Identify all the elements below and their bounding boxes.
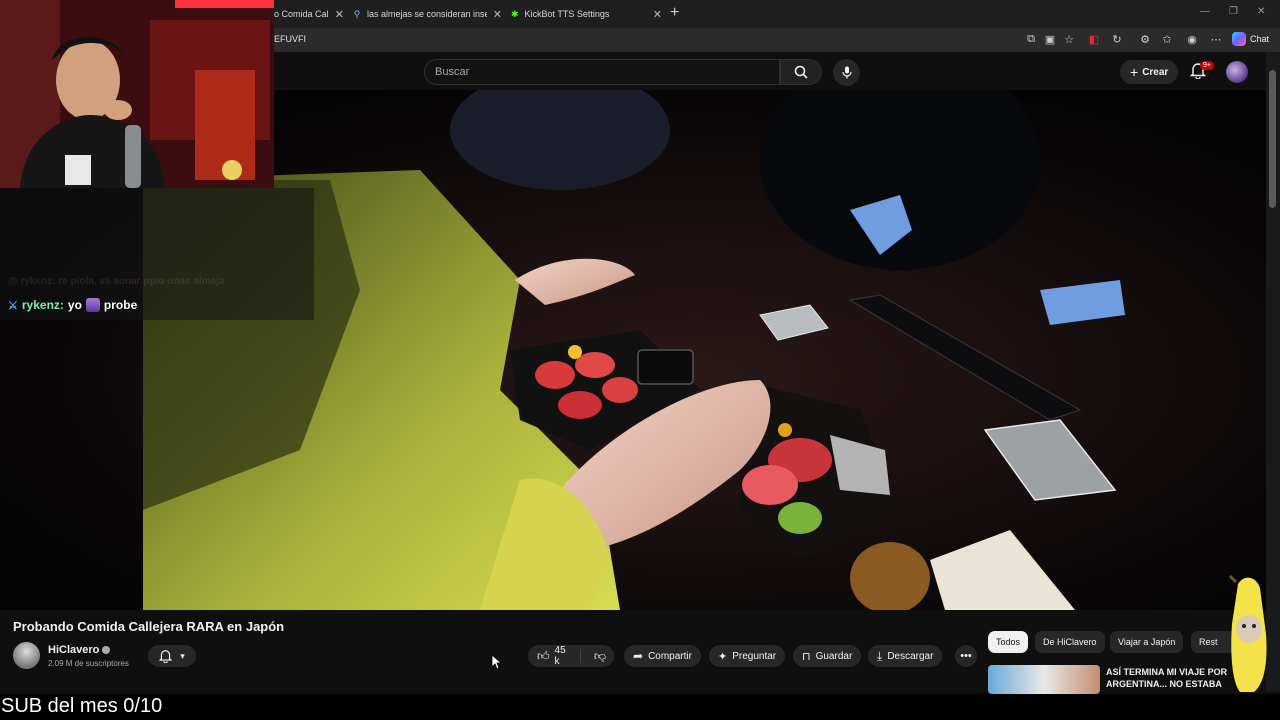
extensions-icon[interactable]: ⚙ — [1138, 33, 1152, 46]
channel-name: HiClavero — [48, 644, 100, 656]
chat-message-faded: @ rykenz: re piola, vá sonar ppio unas a… — [8, 276, 225, 287]
more-menu-icon[interactable]: ⋯ — [1209, 33, 1223, 46]
verified-icon — [102, 646, 111, 655]
webcam-image — [0, 0, 274, 188]
download-label: Descargar — [887, 650, 934, 662]
favorite-star-icon[interactable]: ☆ — [1062, 33, 1076, 46]
search-placeholder: Buscar — [435, 66, 470, 78]
more-horizontal-icon: ••• — [960, 650, 972, 662]
sword-badge-icon: ⚔ — [8, 299, 18, 312]
close-icon[interactable]: ✕ — [653, 8, 662, 21]
scrollbar-thumb[interactable] — [1269, 70, 1276, 208]
tab-search-almejas[interactable]: ⚲ las almejas se consideran insectos ✕ — [352, 2, 502, 26]
save-label: Guardar — [815, 650, 853, 662]
tab-label: KickBot TTS Settings — [524, 9, 610, 19]
subscription-bell-button[interactable]: ▾ — [148, 645, 196, 667]
copilot-chat-button[interactable]: Chat — [1232, 32, 1269, 46]
recommended-thumbnail[interactable] — [988, 665, 1100, 694]
sparkle-icon: ✦ — [718, 650, 728, 663]
ask-button[interactable]: ✦ Preguntar — [709, 645, 786, 667]
tab-youtube-video[interactable]: o Comida Calle ✕ — [274, 2, 344, 26]
account-avatar[interactable] — [1226, 61, 1248, 83]
plus-icon: + — [1130, 64, 1139, 80]
restore-icon[interactable]: ❐ — [1229, 6, 1238, 17]
sub-goal-text: SUB del mes 0/10 — [1, 695, 163, 717]
download-button[interactable]: ⤓ Descargar — [868, 645, 943, 667]
reader-icon[interactable]: ▣ — [1043, 33, 1057, 46]
microphone-icon — [841, 66, 852, 79]
profile-icon[interactable]: ◉ — [1185, 33, 1199, 46]
streamer-webcam — [0, 0, 274, 188]
chip-all[interactable]: Todos — [988, 631, 1029, 653]
favorites-icon[interactable]: ✩ — [1160, 33, 1174, 46]
create-label: Crear — [1142, 66, 1169, 78]
mouse-cursor-icon — [492, 655, 502, 670]
kickbot-icon: ✱ — [511, 8, 519, 19]
dislike-button[interactable]: 👎︎ — [586, 649, 614, 664]
banana-cat-sticker — [1228, 574, 1267, 692]
subscriber-count: 2.09 M de suscriptores — [48, 659, 129, 668]
recommended-title[interactable]: ASÍ TERMINA MI VIAJE POR ARGENTINA... NO… — [1106, 666, 1230, 690]
chevron-down-icon: ▾ — [180, 650, 185, 661]
share-label: Compartir — [648, 650, 692, 662]
chip-travel-japan[interactable]: Viajar a Japón — [1110, 631, 1184, 653]
emote-icon — [85, 298, 100, 312]
stream-chat-overlay: @ rykenz: re piola, vá sonar ppio unas a… — [0, 188, 314, 320]
minimize-icon[interactable]: — — [1200, 6, 1210, 17]
more-actions-button[interactable]: ••• — [955, 645, 977, 667]
chat-label: Chat — [1250, 34, 1270, 44]
new-tab-button[interactable]: + — [670, 4, 679, 22]
bell-icon — [159, 650, 173, 663]
share-arrow-icon: ➦ — [633, 649, 644, 663]
share-button[interactable]: ➦ Compartir — [624, 645, 701, 667]
bookmark-icon: ⊓ — [802, 650, 811, 663]
notification-badge: 9+ — [1200, 61, 1214, 70]
like-count: 45 k — [554, 645, 566, 667]
extension-icon[interactable]: ◧ — [1087, 33, 1101, 46]
chip-from-channel[interactable]: De HiClavero — [1035, 631, 1105, 653]
search-icon: ⚲ — [353, 8, 361, 19]
close-window-icon[interactable]: ✕ — [1257, 6, 1265, 17]
chat-message: ⚔ rykenz: yo probe — [8, 298, 137, 312]
create-button[interactable]: + Crear — [1120, 60, 1179, 84]
thumbs-up-icon: 👍︎ — [537, 648, 550, 663]
translate-icon[interactable]: ⧉ — [1024, 33, 1038, 46]
video-title: Probando Comida Callejera RARA en Japón — [13, 619, 285, 634]
close-icon[interactable]: ✕ — [335, 8, 344, 21]
tab-label: o Comida Calle — [274, 9, 329, 19]
tab-kickbot[interactable]: ✱ KickBot TTS Settings ✕ — [510, 2, 662, 26]
search-icon — [794, 65, 808, 79]
close-icon[interactable]: ✕ — [493, 8, 502, 21]
chat-text: yo — [67, 298, 82, 312]
ask-label: Preguntar — [732, 650, 777, 662]
url-text[interactable]: EFUVFI — [274, 34, 306, 44]
thumbs-down-icon: 👎︎ — [593, 648, 606, 663]
copilot-icon — [1232, 32, 1246, 46]
tab-label: las almejas se consideran insectos — [366, 9, 487, 19]
sub-goal-bar: SUB del mes 0/10 — [0, 694, 1280, 720]
save-button[interactable]: ⊓ Guardar — [793, 645, 862, 667]
chat-text-2: probe — [103, 298, 138, 312]
download-icon: ⤓ — [877, 648, 883, 663]
like-button[interactable]: 👍︎ 45 k — [528, 645, 581, 667]
search-button[interactable] — [780, 59, 822, 85]
like-dislike-group: 👍︎ 45 k 👎︎ — [528, 645, 614, 667]
channel-name-row[interactable]: HiClavero — [48, 644, 111, 656]
chat-username: rykenz: — [21, 298, 64, 312]
refresh-extension-icon[interactable]: ↻ — [1110, 33, 1124, 46]
channel-avatar[interactable] — [13, 642, 40, 669]
voice-search-button[interactable] — [833, 59, 860, 86]
search-input[interactable]: Buscar — [424, 59, 780, 85]
